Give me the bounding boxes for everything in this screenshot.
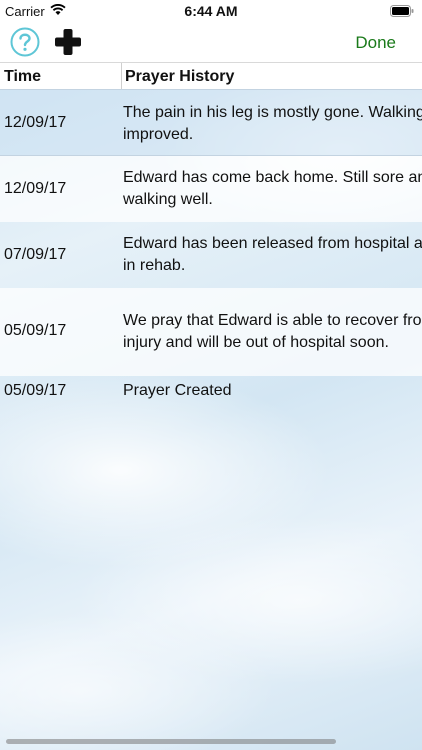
row-text: The pain in his leg is mostly gone. Walk… [123, 102, 422, 146]
row-text: Prayer Created [123, 380, 422, 402]
status-bar: Carrier 6:44 AM [0, 0, 422, 22]
table-header: Time Prayer History [0, 63, 422, 90]
table-row[interactable]: 12/09/17 The pain in his leg is mostly g… [0, 89, 422, 156]
row-text: Edward has come back home. Still sore an… [123, 167, 422, 211]
row-text-line: Edward has come back home. Still sore an… [123, 169, 422, 186]
help-button[interactable] [10, 27, 40, 57]
table-row[interactable]: 07/09/17 Edward has been released from h… [0, 222, 422, 288]
row-text: Edward has been released from hospital a… [123, 233, 422, 277]
row-text-line: in rehab. [123, 257, 186, 274]
row-text-line: Edward has been released from hospital a… [123, 235, 422, 252]
row-text-line: walking well. [123, 191, 213, 208]
question-circle-icon [10, 27, 40, 57]
row-text-line: improved. [123, 126, 194, 143]
status-time: 6:44 AM [184, 3, 238, 19]
horizontal-scrollbar[interactable] [6, 739, 336, 744]
row-text-line: We pray that Edward is able to recover f… [123, 312, 422, 329]
add-button[interactable] [54, 28, 82, 56]
done-button[interactable]: Done [355, 33, 396, 53]
row-time: 07/09/17 [4, 246, 67, 263]
row-time: 05/09/17 [4, 382, 67, 399]
plus-icon [55, 29, 81, 55]
toolbar: Done [0, 22, 422, 63]
prayer-history-list: 12/09/17 The pain in his leg is mostly g… [0, 89, 422, 410]
row-text: We pray that Edward is able to recover f… [123, 310, 422, 354]
row-text-line: Prayer Created [123, 382, 232, 399]
table-row[interactable]: 05/09/17 Prayer Created [0, 376, 422, 410]
row-time: 12/09/17 [4, 114, 67, 131]
column-header-time: Time [0, 63, 122, 89]
row-text-line: The pain in his leg is mostly gone. Walk… [123, 104, 422, 121]
row-time: 12/09/17 [4, 180, 67, 197]
column-header-history: Prayer History [125, 68, 235, 85]
battery-icon [390, 5, 414, 20]
table-row[interactable]: 05/09/17 We pray that Edward is able to … [0, 288, 422, 376]
row-time: 05/09/17 [4, 322, 67, 339]
row-text-line: injury and will be out of hospital soon. [123, 334, 389, 351]
table-row[interactable]: 12/09/17 Edward has come back home. Stil… [0, 156, 422, 222]
